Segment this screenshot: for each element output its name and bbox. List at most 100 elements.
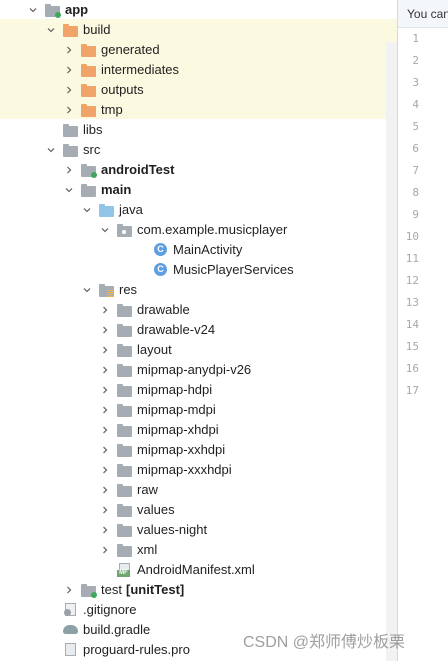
tree-item[interactable]: raw — [0, 480, 385, 500]
folder-blue-icon — [99, 203, 115, 217]
tree-item-label: mipmap-xhdpi — [137, 422, 219, 437]
tree-item[interactable]: mipmap-xxhdpi — [0, 440, 385, 460]
tree-item[interactable]: xml — [0, 540, 385, 560]
manifest-icon: MF — [117, 563, 133, 577]
tree-item[interactable]: drawable-v24 — [0, 320, 385, 340]
tree-item[interactable]: values — [0, 500, 385, 520]
tree-item-label: com.example.musicplayer — [137, 222, 288, 237]
tree-item[interactable]: com.example.musicplayer — [0, 220, 385, 240]
chevron-down-icon[interactable] — [63, 180, 75, 200]
tree-item[interactable]: values-night — [0, 520, 385, 540]
tree-item[interactable]: C MusicPlayerServices — [0, 260, 385, 280]
chevron-right-icon[interactable] — [99, 500, 111, 520]
line-number: 4 — [412, 98, 419, 111]
folder-grey-icon — [81, 583, 97, 598]
tree-item-label: MainActivity — [173, 242, 243, 257]
tree-item[interactable]: tmp — [0, 100, 385, 120]
chevron-right-icon[interactable] — [99, 360, 111, 380]
folder-orange-icon — [81, 103, 97, 117]
tree-item[interactable]: mipmap-hdpi — [0, 380, 385, 400]
gitignore-icon — [63, 603, 79, 617]
tree-item-label: src — [83, 142, 101, 157]
ide-window: app build generated intermediates outputs tmp… — [0, 0, 448, 661]
chevron-down-icon[interactable] — [45, 140, 57, 160]
chevron-down-icon[interactable] — [99, 220, 111, 240]
tree-item[interactable]: src — [0, 140, 385, 160]
tree-item[interactable]: mipmap-xhdpi — [0, 420, 385, 440]
chevron-right-icon[interactable] — [99, 400, 111, 420]
tree-item-label: main — [101, 182, 132, 197]
tree-scrollbar[interactable] — [386, 42, 397, 661]
tree-item-label: proguard-rules.pro — [83, 642, 190, 657]
tree-item[interactable]: C MainActivity — [0, 240, 385, 260]
tree-item[interactable]: main — [0, 180, 385, 200]
folder-grey-icon — [117, 483, 133, 497]
tree-item[interactable]: mipmap-anydpi-v26 — [0, 360, 385, 380]
line-number: 12 — [405, 274, 419, 287]
line-number: 1 — [412, 32, 419, 45]
tree-item[interactable]: res — [0, 280, 385, 300]
chevron-right-icon[interactable] — [63, 40, 75, 60]
chevron-right-icon[interactable] — [99, 540, 111, 560]
chevron-right-icon[interactable] — [99, 440, 111, 460]
tree-item-label: mipmap-anydpi-v26 — [137, 362, 252, 377]
chevron-right-icon[interactable] — [99, 320, 111, 340]
folder-grey-icon — [117, 403, 133, 417]
chevron-right-icon[interactable] — [99, 460, 111, 480]
chevron-right-icon[interactable] — [99, 480, 111, 500]
chevron-down-icon[interactable] — [27, 0, 39, 20]
line-number: 5 — [412, 120, 419, 133]
tree-item[interactable]: generated — [0, 40, 385, 60]
chevron-right-icon[interactable] — [99, 340, 111, 360]
tree-item[interactable]: layout — [0, 340, 385, 360]
chevron-down-icon[interactable] — [45, 20, 57, 40]
line-number: 17 — [405, 384, 419, 397]
chevron-right-icon[interactable] — [63, 80, 75, 100]
tree-item[interactable]: build — [0, 20, 385, 40]
line-number: 14 — [405, 318, 419, 331]
text-file-icon — [63, 643, 79, 657]
chevron-right-icon[interactable] — [99, 380, 111, 400]
tree-item-label: MusicPlayerServices — [173, 262, 294, 277]
folder-grey-icon — [117, 363, 133, 377]
tree-item-label: res — [119, 282, 138, 297]
tree-item[interactable]: libs — [0, 120, 385, 140]
gradle-icon — [63, 623, 79, 637]
chevron-right-icon[interactable] — [99, 420, 111, 440]
folder-grey-icon — [81, 163, 97, 178]
folder-orange-icon — [63, 23, 79, 37]
chevron-right-icon[interactable] — [63, 580, 75, 600]
chevron-right-icon[interactable] — [63, 100, 75, 120]
folder-grey-icon — [117, 303, 133, 317]
tree-item[interactable]: MF AndroidManifest.xml — [0, 560, 385, 580]
folder-grey-icon — [117, 523, 133, 537]
tree-item[interactable]: mipmap-xxxhdpi — [0, 460, 385, 480]
chevron-right-icon[interactable] — [63, 160, 75, 180]
chevron-down-icon[interactable] — [81, 280, 93, 300]
tree-item-label: drawable — [137, 302, 190, 317]
chevron-down-icon[interactable] — [81, 200, 93, 220]
folder-grey-icon — [63, 123, 79, 137]
tree-item[interactable]: app — [0, 0, 385, 20]
line-number: 9 — [412, 208, 419, 221]
line-number: 15 — [405, 340, 419, 353]
chevron-right-icon[interactable] — [99, 520, 111, 540]
folder-orange-icon — [81, 83, 97, 97]
tree-item[interactable]: java — [0, 200, 385, 220]
tree-item[interactable]: intermediates — [0, 60, 385, 80]
folder-grey-icon — [63, 143, 79, 157]
tree-item-label: .gitignore — [83, 602, 137, 617]
tree-item[interactable]: drawable — [0, 300, 385, 320]
line-number: 11 — [405, 252, 419, 265]
tree-item[interactable]: test [unitTest] — [0, 580, 385, 600]
chevron-right-icon[interactable] — [63, 60, 75, 80]
tree-item[interactable]: .gitignore — [0, 600, 385, 620]
tree-item-label: libs — [83, 122, 103, 137]
tree-item[interactable]: mipmap-mdpi — [0, 400, 385, 420]
folder-orange-icon — [81, 43, 97, 57]
tree-item-label: layout — [137, 342, 172, 357]
tree-item[interactable]: outputs — [0, 80, 385, 100]
tree-item[interactable]: androidTest — [0, 160, 385, 180]
chevron-right-icon[interactable] — [99, 300, 111, 320]
folder-grey-icon — [81, 183, 97, 197]
